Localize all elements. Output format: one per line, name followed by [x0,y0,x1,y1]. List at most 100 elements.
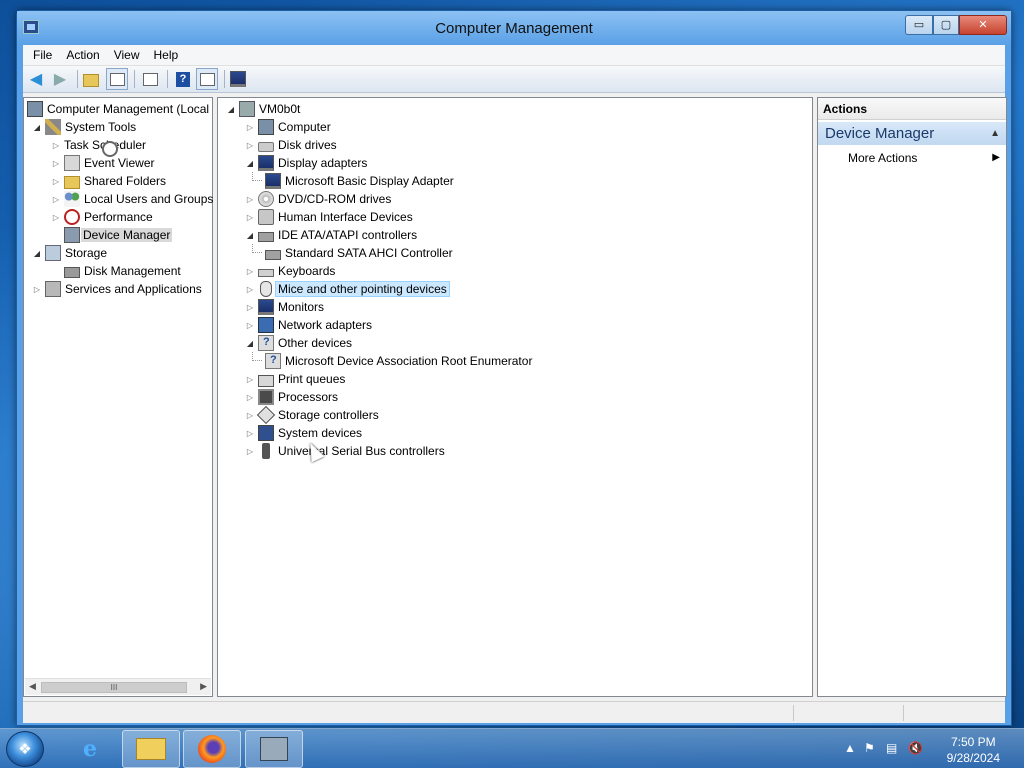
tree-item-local-users[interactable]: ▷ Local Users and Groups [51,190,213,208]
taskbar-internet-explorer[interactable]: e [61,730,119,768]
device-item[interactable]: Microsoft Basic Display Adapter [252,172,454,190]
collapsed-arrow-icon[interactable]: ▷ [245,375,255,384]
device-category[interactable]: ▷ System devices [245,424,362,442]
collapsed-arrow-icon[interactable]: ▷ [51,141,61,150]
show-hidden-icons-icon[interactable]: ▲ [844,741,856,755]
device-category[interactable]: ▷ Computer [245,118,331,136]
properties-button[interactable] [139,68,161,90]
expanded-arrow-icon[interactable]: ◢ [245,339,255,348]
collapsed-arrow-icon[interactable]: ▷ [245,213,255,222]
scrollbar-thumb[interactable]: III [41,682,187,693]
forward-button[interactable]: ▶ [49,68,71,90]
help-icon: ? [176,71,190,87]
collapsed-arrow-icon[interactable]: ▷ [51,195,61,204]
status-separator [903,705,904,721]
back-button[interactable]: ◀ [25,68,47,90]
menu-view[interactable]: View [107,48,147,62]
tree-item-system-tools[interactable]: ◢ System Tools [32,118,136,136]
collapsed-arrow-icon[interactable]: ▷ [245,429,255,438]
taskbar-file-explorer[interactable] [122,730,180,768]
tree-connector [252,352,262,361]
collapsed-arrow-icon[interactable]: ▷ [245,285,255,294]
taskbar-firefox[interactable] [183,730,241,768]
tree-item-performance[interactable]: ▷ Performance [51,208,153,226]
tree-item-event-viewer[interactable]: ▷ Event Viewer [51,154,154,172]
show-hide-tree-button[interactable] [106,68,128,90]
scroll-right-arrow-icon[interactable]: ▶ [200,681,207,692]
tree-item-device-manager[interactable]: Device Manager [64,226,173,244]
device-category[interactable]: ▷ DVD/CD-ROM drives [245,190,391,208]
tree-item-shared-folders[interactable]: ▷ Shared Folders [51,172,166,190]
tree-item-storage[interactable]: ◢ Storage [32,244,107,262]
local-users-icon [64,191,80,207]
collapsed-arrow-icon[interactable]: ▷ [245,303,255,312]
tree-item-services-applications[interactable]: ▷ Services and Applications [32,280,202,298]
tree-item-disk-management[interactable]: Disk Management [64,262,181,280]
device-category[interactable]: ▷ Universal Serial Bus controllers [245,442,445,460]
action-center-flag-icon[interactable]: ⚑ [864,741,875,755]
collapsed-arrow-icon[interactable]: ▷ [245,393,255,402]
show-hide-action-pane-button[interactable] [196,68,218,90]
device-category[interactable]: ▷ Storage controllers [245,405,379,425]
services-applications-icon [45,281,61,297]
start-button[interactable]: ❖ [6,731,44,767]
collapsed-arrow-icon[interactable]: ▷ [51,177,61,186]
collapsed-arrow-icon[interactable]: ▷ [51,213,61,222]
collapsed-arrow-icon[interactable]: ▷ [245,447,255,456]
expanded-arrow-icon[interactable]: ◢ [245,231,255,240]
device-category[interactable]: ▷ Keyboards [245,262,335,280]
collapsed-arrow-icon[interactable]: ▷ [245,267,255,276]
device-item[interactable]: Standard SATA AHCI Controller [252,244,453,262]
console-tree-pane[interactable]: Computer Management (Local ◢ System Tool… [23,97,213,697]
collapsed-arrow-icon[interactable]: ▷ [245,321,255,330]
device-category[interactable]: ▷ Network adapters [245,316,372,334]
collapsed-arrow-icon[interactable]: ▷ [245,123,255,132]
scroll-left-arrow-icon[interactable]: ◀ [29,681,36,692]
device-category[interactable]: ▷ Processors [245,388,338,406]
device-category[interactable]: ▷ Mice and other pointing devices [245,280,450,298]
device-category[interactable]: ▷ Human Interface Devices [245,208,413,226]
device-category[interactable]: ▷ Monitors [245,298,324,316]
more-actions-link[interactable]: More Actions ▶ [848,149,1000,167]
menu-help[interactable]: Help [147,48,186,62]
collapsed-arrow-icon[interactable]: ▷ [245,195,255,204]
device-item[interactable]: Microsoft Device Association Root Enumer… [252,352,533,370]
help-button[interactable]: ? [172,68,194,90]
expanded-arrow-icon[interactable]: ◢ [32,123,42,132]
collapse-up-icon[interactable]: ▲ [990,122,1000,145]
collapsed-arrow-icon[interactable]: ▷ [51,159,61,168]
collapsed-arrow-icon[interactable]: ▷ [245,141,255,150]
expanded-arrow-icon[interactable]: ◢ [226,105,236,114]
collapsed-arrow-icon[interactable]: ▷ [32,285,42,294]
menu-action[interactable]: Action [59,48,106,62]
title-bar[interactable]: Computer Management ▭ ▢ ✕ [17,11,1011,45]
close-button[interactable]: ✕ [959,15,1007,35]
device-category[interactable]: ▷ Disk drives [245,136,337,154]
scan-hardware-button[interactable] [229,68,251,90]
menu-file[interactable]: File [26,48,59,62]
maximize-button[interactable]: ▢ [933,15,959,35]
device-category[interactable]: ▷ Print queues [245,370,345,388]
device-tree-pane[interactable]: ◢ VM0b0t ▷ Computer ▷ Disk drives ◢ Display a… [217,97,813,697]
minimize-button[interactable]: ▭ [905,15,933,35]
clock[interactable]: 7:50 PM 9/28/2024 [947,734,1000,766]
volume-muted-icon[interactable]: 🔇 [908,741,923,755]
device-category[interactable]: ◢ IDE ATA/ATAPI controllers [245,226,417,244]
submenu-arrow-icon: ▶ [992,152,1000,163]
computer-icon [258,119,274,135]
device-tree-root[interactable]: ◢ VM0b0t [226,100,300,118]
expanded-arrow-icon[interactable]: ◢ [245,159,255,168]
expanded-arrow-icon[interactable]: ◢ [32,249,42,258]
device-label: Display adapters [278,156,368,170]
network-icon[interactable]: ▤ [886,741,897,755]
tree-item-task-scheduler[interactable]: ▷ Task Scheduler [51,136,146,157]
device-category[interactable]: ◢ Other devices [245,334,352,352]
up-one-level-button[interactable] [82,68,104,90]
tree-item-computer-management[interactable]: Computer Management (Local [27,100,209,118]
device-category[interactable]: ◢ Display adapters [245,154,367,172]
device-label: Microsoft Device Association Root Enumer… [285,354,533,368]
horizontal-scrollbar[interactable]: ◀ III ▶ [25,678,211,695]
collapsed-arrow-icon[interactable]: ▷ [245,411,255,420]
actions-group-device-manager[interactable]: Device Manager ▲ [818,122,1006,145]
taskbar-computer-management[interactable] [245,730,303,768]
